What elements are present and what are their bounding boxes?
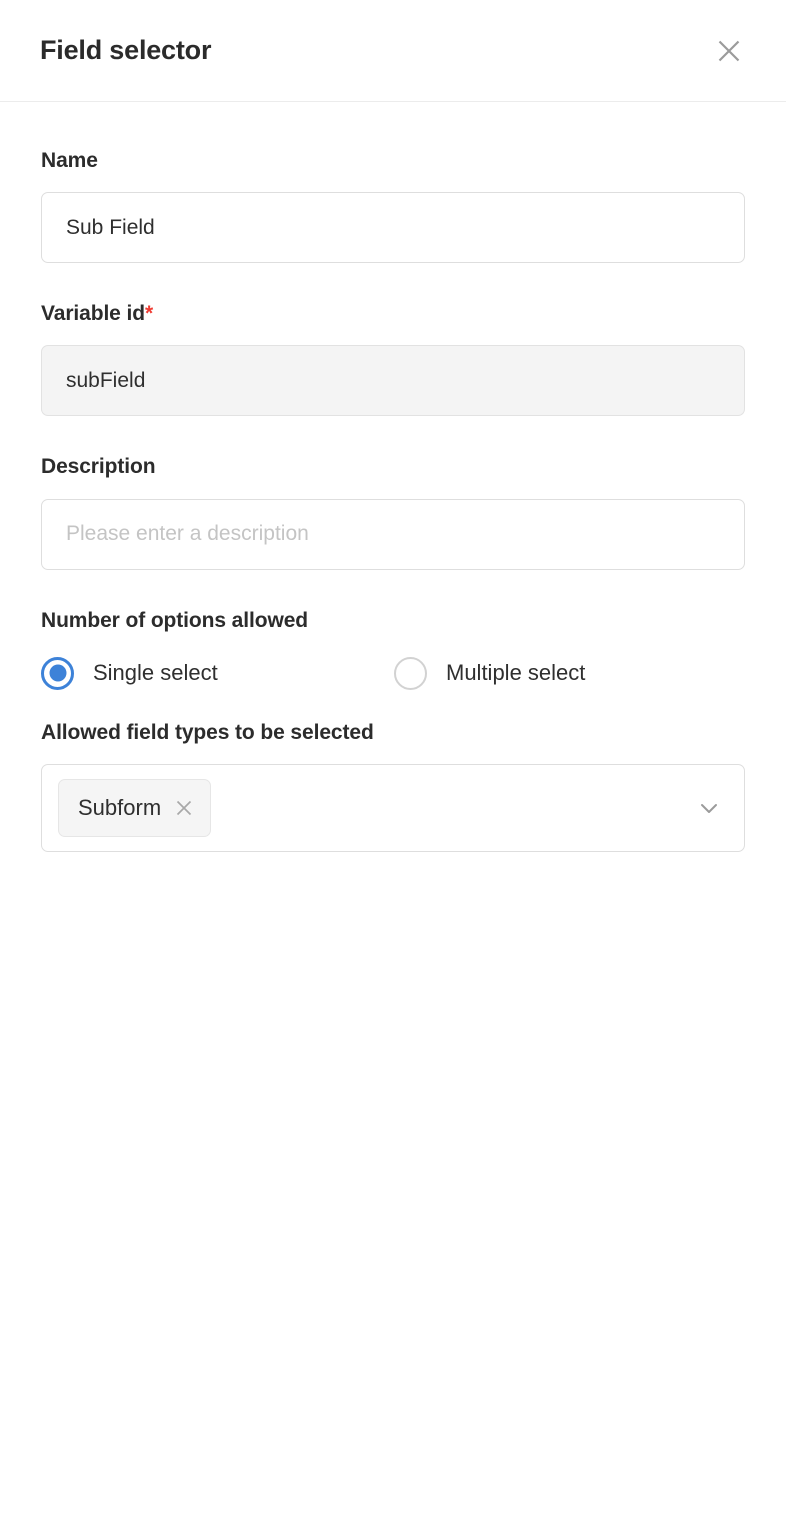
tag-label: Subform: [78, 794, 162, 820]
field-group-options-allowed: Number of options allowed Single select …: [41, 608, 745, 690]
name-label: Name: [41, 149, 98, 172]
radio-mark-single-select[interactable]: [41, 656, 74, 690]
panel-header: Field selector: [0, 0, 786, 102]
allowed-field-types-select[interactable]: Subform: [41, 763, 745, 852]
chevron-down-icon[interactable]: [696, 795, 722, 821]
variable-id-input[interactable]: [41, 345, 745, 417]
tag-subform[interactable]: Subform: [58, 778, 212, 837]
description-label: Description: [41, 455, 156, 479]
options-allowed-label: Number of options allowed: [41, 608, 309, 632]
radio-option-single-select[interactable]: Single select: [41, 656, 394, 690]
radio-label-single-select: Single select: [93, 660, 218, 686]
field-selector-panel: Field selector Name Variable id* Descrip…: [0, 0, 786, 1516]
radio-option-multiple-select[interactable]: Multiple select: [394, 656, 586, 690]
close-button[interactable]: [706, 28, 752, 74]
variable-id-label: Variable id*: [41, 301, 745, 326]
panel-body: Name Variable id* Description Number of …: [0, 102, 786, 852]
tag-remove-icon[interactable]: [173, 797, 195, 819]
close-icon: [715, 37, 743, 65]
radio-label-multiple-select: Multiple select: [446, 660, 586, 686]
name-input[interactable]: [41, 192, 745, 264]
required-asterisk: *: [144, 302, 154, 326]
description-input[interactable]: [41, 498, 745, 570]
field-group-variable-id: Variable id*: [41, 301, 745, 417]
variable-id-label-text: Variable id: [41, 302, 145, 326]
field-group-allowed-field-types: Allowed field types to be selected Subfo…: [41, 720, 745, 852]
page-title: Field selector: [40, 35, 212, 65]
field-group-name: Name: [41, 148, 745, 264]
options-allowed-radio-group: Single select Multiple select: [41, 656, 745, 690]
allowed-field-types-label: Allowed field types to be selected: [41, 720, 374, 744]
radio-mark-multiple-select[interactable]: [394, 656, 427, 690]
field-group-description: Description: [41, 454, 745, 570]
